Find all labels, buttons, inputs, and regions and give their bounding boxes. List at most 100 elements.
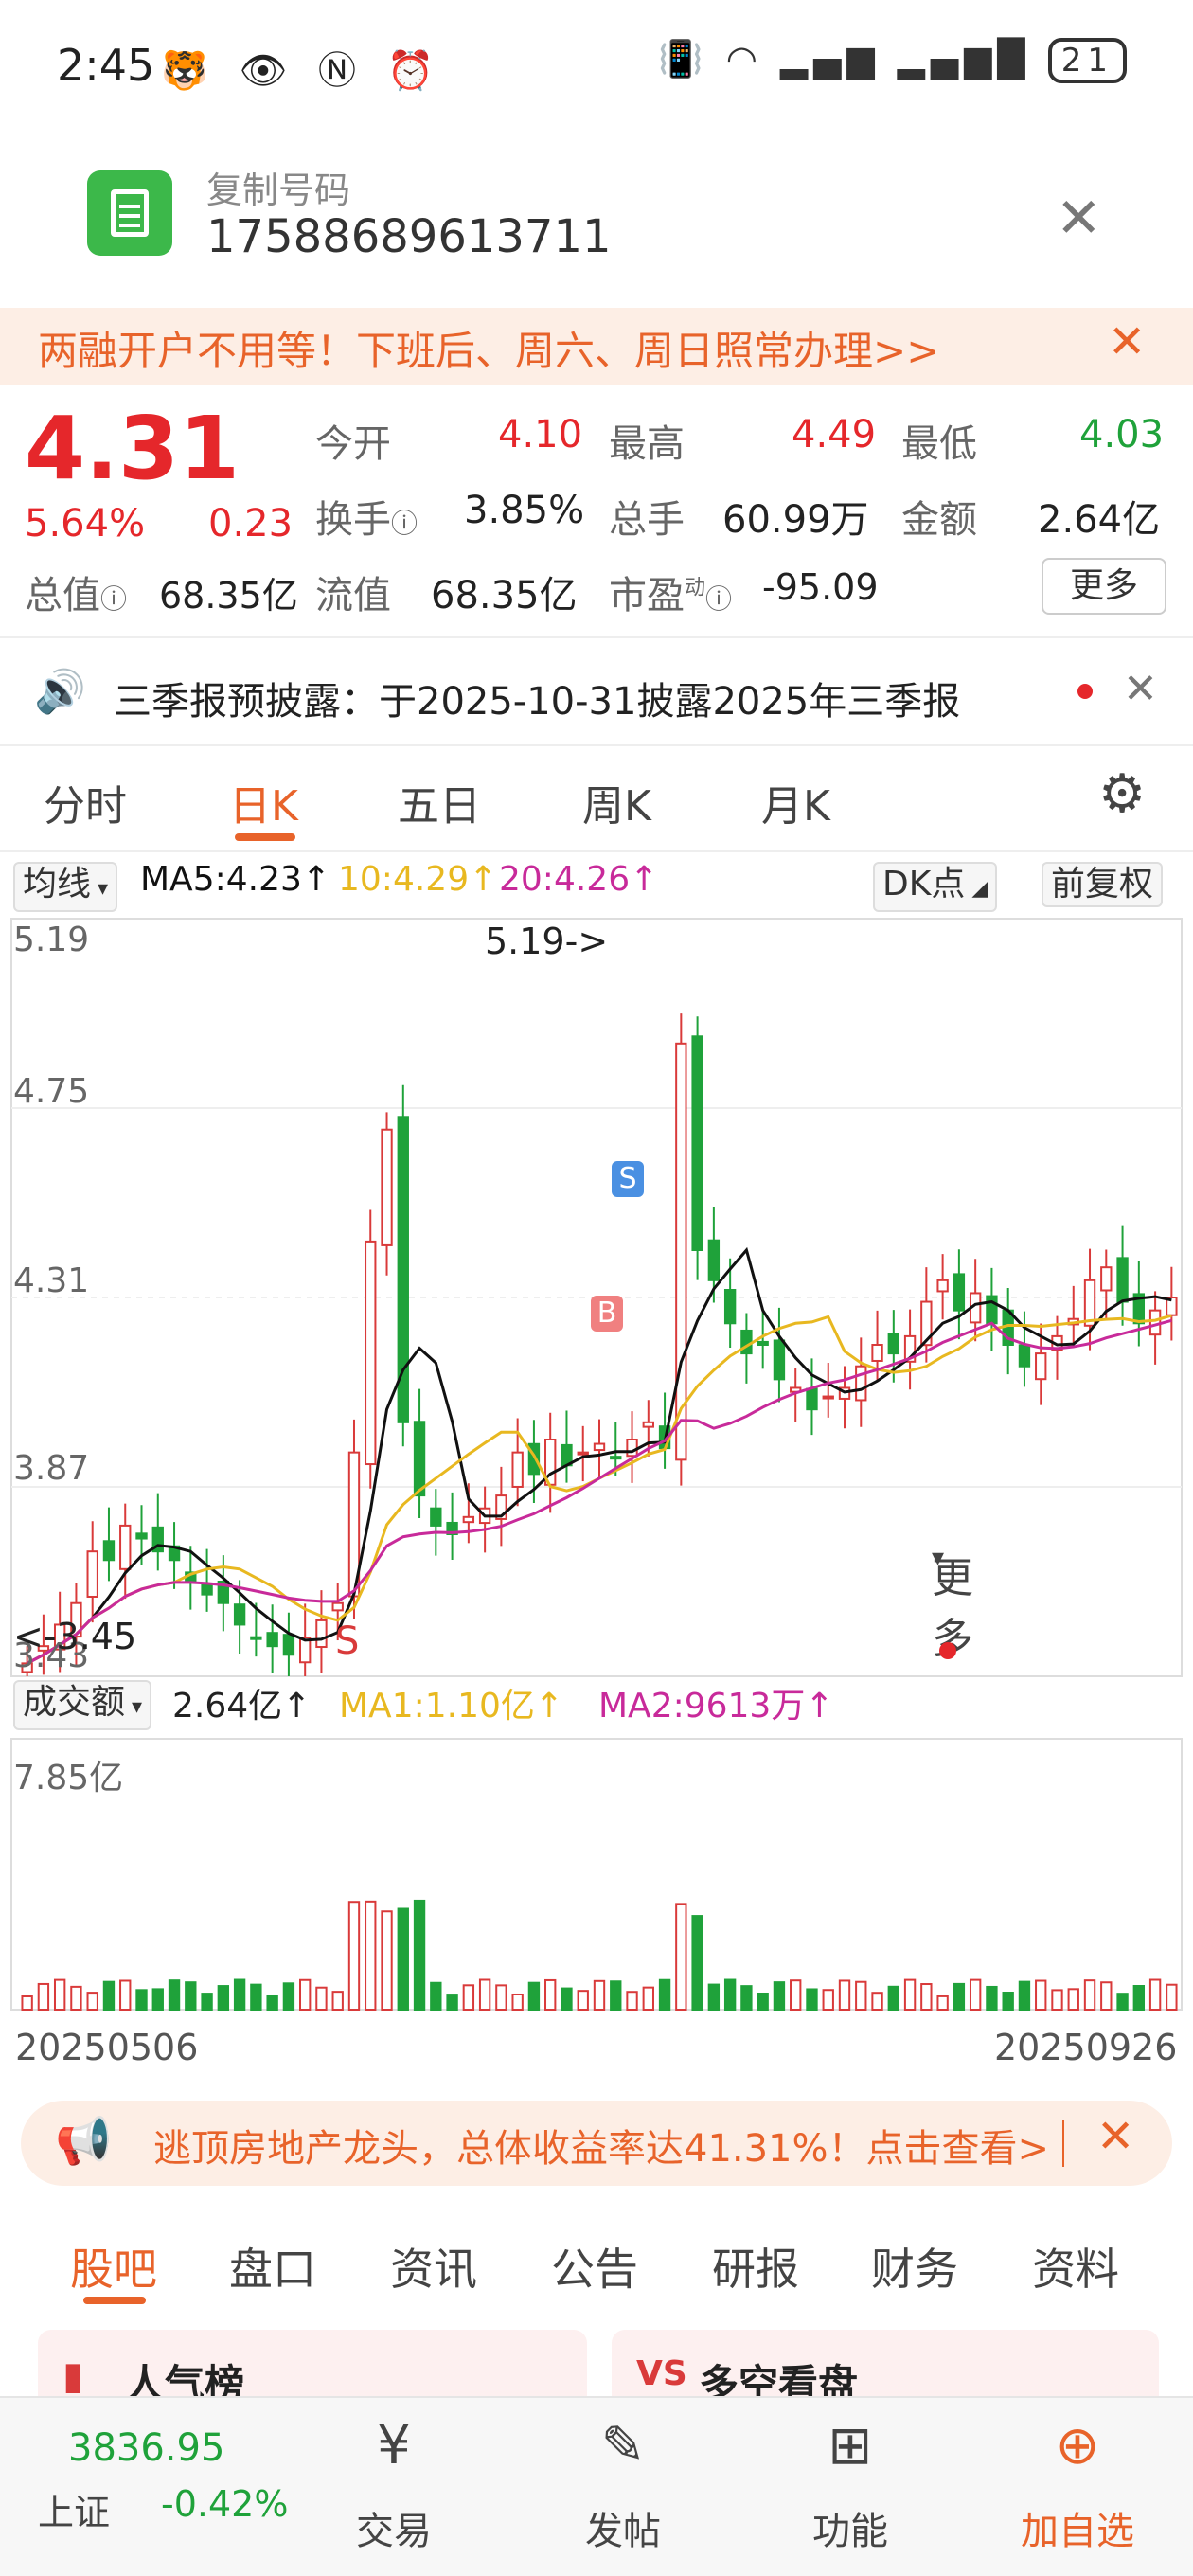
gear-icon[interactable]: ⚙ [1098, 763, 1146, 825]
volume-bar [757, 1992, 769, 2012]
close-icon[interactable]: ✕ [1056, 186, 1102, 250]
volume-bar [1035, 1979, 1047, 2012]
close-icon[interactable]: ✕ [1123, 665, 1158, 713]
volume-bar [135, 1989, 148, 2011]
tab-monthly-k[interactable]: 月K [761, 772, 830, 832]
tab-research[interactable]: 研报 [712, 2235, 799, 2298]
buy-signal-badge[interactable]: B [591, 1296, 623, 1332]
sell-signal-badge[interactable]: S [612, 1161, 644, 1197]
kline-svg[interactable] [0, 909, 1193, 2046]
info-icon[interactable]: ⓘ [100, 583, 127, 615]
candle-body [462, 1515, 475, 1524]
volume-bar [250, 1983, 262, 2012]
nav-function[interactable]: 功能 [775, 2500, 926, 2555]
tab-five-day[interactable]: 五日 [398, 772, 481, 832]
volume-bar [1116, 1993, 1129, 2012]
volume-bar [723, 1978, 737, 2011]
volume-bar [544, 1978, 557, 2012]
min-price-label: <-3.45 [13, 1616, 137, 1657]
copy-label: 复制号码 [206, 170, 351, 211]
volume-bar [511, 1993, 524, 2011]
open-value: 4.10 [498, 413, 583, 456]
speaker-icon: 🔊 [34, 668, 86, 716]
close-icon[interactable]: ✕ [1108, 315, 1146, 368]
kline-chart[interactable] [0, 909, 1193, 2046]
candle-body [1116, 1257, 1129, 1303]
sell-signal-text[interactable]: S [335, 1619, 359, 1663]
popularity-card[interactable]: ▮ 人气榜 [38, 2330, 587, 2407]
candle-body [1018, 1344, 1031, 1368]
tab-announcements[interactable]: 公告 [551, 2235, 638, 2298]
index-change[interactable]: -0.42% [161, 2483, 288, 2525]
high-value: 4.49 [792, 413, 877, 456]
x-start-date: 20250506 [15, 2027, 199, 2068]
status-icons: 🐯 👁 Ⓝ ⏰ [161, 49, 444, 93]
volume-bar [185, 1981, 197, 2012]
volume-bar [1002, 1992, 1014, 2011]
tab-finance[interactable]: 财务 [871, 2235, 958, 2298]
tab-daily-k[interactable]: 日K [229, 772, 298, 832]
volume-bar [561, 1987, 573, 2011]
trade-icon[interactable]: ¥ [318, 2415, 470, 2477]
ad-text[interactable]: 两融开户不用等！下班后、周六、周日照常办理>> [38, 319, 939, 377]
megaphone-icon: 📢 [55, 2115, 112, 2168]
index-name[interactable]: 上证 [38, 2483, 110, 2535]
candle-body [331, 1601, 344, 1612]
promo-banner[interactable]: 📢 逃顶房地产龙头，总体收益率达41.31%！点击查看> ✕ [21, 2101, 1172, 2186]
ad-banner[interactable]: 两融开户不用等！下班后、周六、周日照常办理>> ✕ [0, 308, 1193, 385]
tab-news[interactable]: 资讯 [390, 2235, 477, 2298]
tab-profile[interactable]: 资料 [1032, 2235, 1119, 2298]
volume-bar [920, 1983, 933, 2011]
volume-indicator-select[interactable]: 成交额 ▾ [13, 1680, 152, 1730]
more-button[interactable]: 更多 [1042, 558, 1166, 615]
volume-bar [838, 1979, 851, 2011]
bull-bear-card[interactable]: VS 多空看盘 [612, 2330, 1159, 2407]
volume-bar [151, 1988, 164, 2012]
volume-frame [10, 1738, 1183, 2011]
volume-bar [1100, 1981, 1113, 2011]
float-value: 68.35亿 [431, 574, 578, 617]
dk-point-select[interactable]: DK点 ◢ [873, 862, 998, 912]
volume-bar [593, 1979, 606, 2012]
adjust-select[interactable]: 前复权 [1042, 862, 1164, 907]
y-tick-label: 3.87 [13, 1449, 90, 1488]
volume-bar [707, 1983, 721, 2011]
nav-add-watchlist[interactable]: 加自选 [1002, 2500, 1153, 2555]
indicator-select[interactable]: 均线 ▾ [13, 862, 118, 912]
nav-post[interactable]: 发帖 [547, 2500, 699, 2555]
notice-text[interactable]: 三季报预披露：于2025-10-31披露2025年三季报 [114, 671, 960, 725]
y-tick-label: 5.19 [13, 921, 90, 959]
candle-body [413, 1421, 426, 1497]
candle-body [381, 1128, 393, 1246]
candle-body [822, 1395, 834, 1400]
tab-intraday[interactable]: 分时 [44, 772, 127, 832]
volume-bar [331, 1991, 344, 2011]
grid-icon[interactable]: ⊞ [775, 2415, 926, 2477]
index-value[interactable]: 3836.95 [68, 2426, 224, 2470]
info-icon[interactable]: ⓘ [391, 508, 418, 539]
candle-body [315, 1619, 328, 1649]
active-tab-indicator [235, 833, 295, 841]
info-icon[interactable]: ⓘ [705, 583, 732, 615]
y-tick-label: 4.31 [13, 1261, 90, 1300]
volume-bar [315, 1986, 328, 2012]
add-icon[interactable]: ⊕ [1002, 2415, 1153, 2477]
status-bar: 2:45 🐯 👁 Ⓝ ⏰ 📳 ◠ ▂▄▆ ▂▄▆█ 21 [0, 0, 1193, 142]
volume-bar [740, 1985, 753, 2012]
open-label: 今开 [315, 422, 391, 466]
nav-trade[interactable]: 交易 [318, 2500, 470, 2555]
tab-guba[interactable]: 股吧 [70, 2235, 157, 2298]
volume-bar [478, 1978, 491, 2012]
pe-value: -95.09 [762, 566, 879, 608]
earnings-notice[interactable]: 🔊 三季报预披露：于2025-10-31披露2025年三季报 ✕ [0, 644, 1193, 742]
ma10-value: 10:4.29↑ [338, 860, 498, 899]
tab-pankou[interactable]: 盘口 [229, 2235, 316, 2298]
edit-icon[interactable]: ✎ [547, 2415, 699, 2477]
clock: 2:45 [57, 40, 155, 91]
close-icon[interactable]: ✕ [1096, 2110, 1134, 2163]
candle-body [707, 1239, 721, 1281]
promo-text[interactable]: 逃顶房地产龙头，总体收益率达41.31%！点击查看> [153, 2118, 1049, 2173]
tab-weekly-k[interactable]: 周K [582, 772, 651, 832]
volume-ma2: MA2:9613万↑ [598, 1687, 834, 1726]
volume-bar [462, 1984, 475, 2012]
